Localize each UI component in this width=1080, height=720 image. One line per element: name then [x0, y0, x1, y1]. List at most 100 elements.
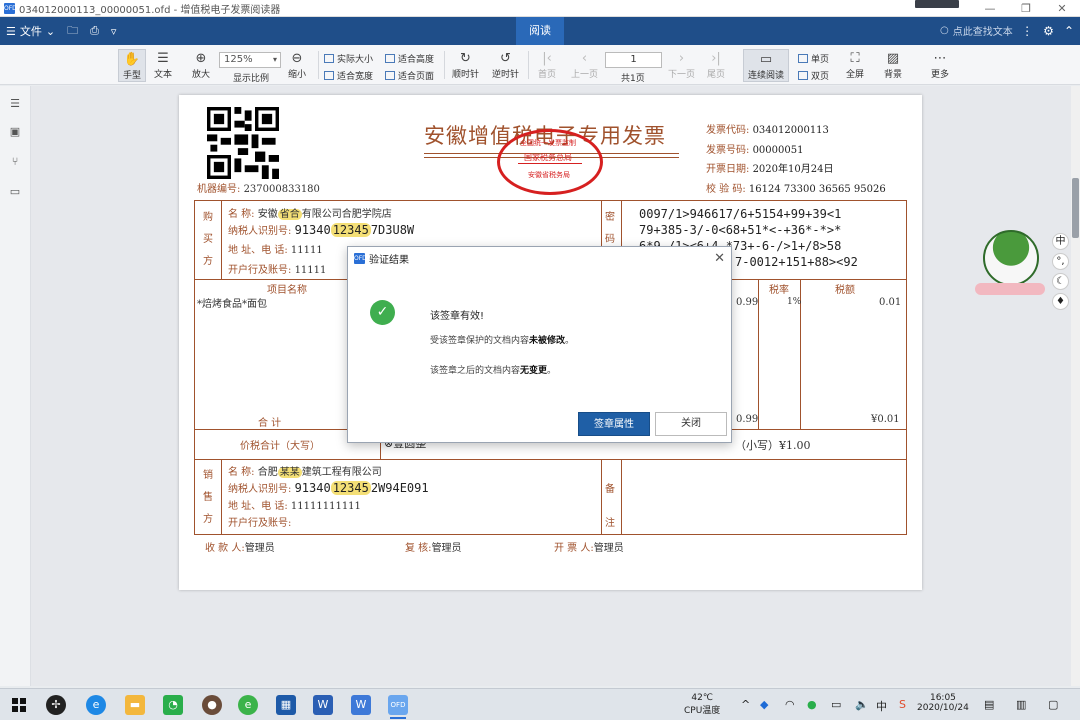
pinwheel-app-icon[interactable]: ✢	[46, 695, 66, 715]
zoom-in-button[interactable]: ⊕ 放大	[192, 49, 210, 81]
word-icon[interactable]: W	[313, 695, 333, 715]
buyer-name-rest: 有限公司合肥学院店	[301, 209, 392, 220]
total-label: 合 计	[258, 418, 282, 429]
first-page-button[interactable]: |‹ 首页	[538, 49, 556, 81]
ie-browser-icon[interactable]: e	[86, 695, 106, 715]
structure-icon[interactable]: ⑂	[9, 156, 21, 168]
zoom-select[interactable]: 125% ▾	[219, 52, 281, 68]
buyer-name-label: 名 称:	[228, 209, 255, 220]
file-menu[interactable]: ☰ 文件 ⌄	[0, 17, 61, 45]
collapse-icon[interactable]: ⌃	[1064, 24, 1074, 38]
thumbnail-preview[interactable]	[915, 0, 959, 8]
dialog-header: OFD 验证结果 ✕	[348, 247, 731, 269]
file-explorer-icon[interactable]: ▬	[125, 695, 145, 715]
search-box[interactable]: ○ 点此查找文本	[940, 23, 1013, 38]
more-button[interactable]: ⋯ 更多	[931, 49, 949, 81]
notification-icon[interactable]: ▢	[1048, 698, 1058, 711]
mascot-widget[interactable]	[975, 225, 1047, 305]
continuous-read-button[interactable]: ▭ 连续阅读	[743, 49, 790, 82]
minimize-button[interactable]: —	[972, 0, 1008, 17]
fit-height-button[interactable]: 适合高度	[385, 52, 434, 65]
thumbnail-icon[interactable]: ▣	[9, 126, 21, 138]
rotate-ccw-button[interactable]: ↺ 逆时针	[492, 49, 519, 81]
skin-icon[interactable]: ♦	[1052, 293, 1069, 310]
scrollbar-thumb[interactable]	[1072, 178, 1079, 238]
seal-bottom-text: 安徽省税务局	[528, 171, 570, 179]
open-folder-button[interactable]: 🗀	[61, 17, 84, 45]
volume-muted-icon[interactable]: 🔈	[855, 698, 869, 711]
buyer-bank-value: 11111	[294, 265, 327, 276]
show-desktop-icon[interactable]: ▥	[1016, 698, 1026, 711]
close-dialog-button[interactable]: 关闭	[655, 412, 727, 436]
wechat-icon[interactable]: ◔	[163, 695, 183, 715]
language-toggle-icon[interactable]: 中	[1052, 233, 1069, 250]
tray-app-icon[interactable]: ●	[807, 698, 817, 711]
fit-page-button[interactable]: 适合页面	[385, 69, 434, 82]
security-shield-icon[interactable]: ◆	[760, 698, 768, 711]
zoom-value: 125%	[224, 54, 253, 65]
page-total-label: 共1页	[621, 74, 645, 84]
date-value: 2020年10月24日	[752, 164, 834, 175]
hand-tool-button[interactable]: ✋ 手型	[118, 49, 147, 82]
msg-line2-bold: 无变更	[520, 366, 548, 376]
close-button[interactable]: ✕	[1044, 0, 1080, 17]
fit-height-label: 适合高度	[398, 55, 435, 65]
last-page-button[interactable]: ›| 尾页	[707, 49, 725, 81]
calculator-app-icon[interactable]: ▦	[276, 695, 296, 715]
ofd-reader-taskbar-icon[interactable]: OFD	[388, 695, 408, 719]
gear-icon[interactable]: ⚙	[1043, 24, 1054, 38]
dialog-title: 验证结果	[369, 254, 409, 266]
page-number-input[interactable]: 1	[605, 52, 662, 68]
notes-icon[interactable]: ▤	[984, 698, 994, 711]
more-vertical-icon[interactable]: ⋮	[1021, 24, 1033, 38]
msg-line1-bold: 未被修改	[529, 336, 566, 346]
outline-icon[interactable]: ☰	[9, 98, 21, 110]
double-page-button[interactable]: 双页	[798, 69, 829, 82]
print-button[interactable]: ⎙	[84, 17, 105, 45]
item-name: *焙烤食品*面包	[197, 299, 267, 310]
vertical-scrollbar[interactable]	[1071, 86, 1080, 686]
avatar-app-icon[interactable]: ●	[202, 695, 222, 715]
chevron-up-icon[interactable]: ^	[741, 698, 750, 711]
quick-menu-button[interactable]: ▿	[105, 17, 123, 45]
tab-read[interactable]: 阅读	[516, 17, 564, 45]
wps-icon[interactable]: W	[351, 695, 371, 715]
text-tool-button[interactable]: ☰ 文本	[154, 49, 172, 81]
prev-page-button[interactable]: ‹ 上一页	[571, 49, 598, 81]
annotation-icon[interactable]: ▭	[9, 186, 21, 198]
col-divider	[221, 459, 222, 535]
punctuation-icon[interactable]: °,	[1052, 253, 1069, 270]
taskbar: ✢ e ▬ ◔ ● e ▦ W W OFD 42℃ CPU温度 ^ ◆ ◠ ● ▭…	[0, 688, 1080, 720]
wifi-icon[interactable]: ◠	[785, 698, 795, 711]
background-button[interactable]: ▨ 背景	[884, 49, 902, 81]
ime-indicator[interactable]: 中	[876, 698, 887, 714]
clock[interactable]: 16:05 2020/10/24	[917, 693, 969, 713]
single-page-button[interactable]: 单页	[798, 52, 829, 65]
buyer-addr-value: 11111	[290, 245, 323, 256]
fit-width-button[interactable]: 适合宽度	[324, 69, 373, 82]
windows-start-icon[interactable]	[12, 698, 26, 712]
moon-icon[interactable]: ☾	[1052, 273, 1069, 290]
next-page-button[interactable]: › 下一页	[668, 49, 696, 81]
cipher-line: 7-0012+151+88><92	[735, 255, 858, 269]
first-page-icon: |‹	[542, 50, 552, 66]
zoom-ratio-label: 显示比例	[233, 74, 270, 84]
battery-icon[interactable]: ▭	[831, 698, 841, 711]
seller-name-row: 名 称: 合肥 某某 建筑工程有限公司	[228, 463, 382, 478]
close-icon[interactable]: ✕	[714, 251, 725, 266]
actual-size-button[interactable]: 实际大小	[324, 52, 373, 65]
sogou-ime-icon[interactable]: S	[899, 698, 906, 711]
zoom-out-button[interactable]: ⊖ 缩小	[288, 49, 306, 81]
next-page-label: 下一页	[668, 70, 696, 80]
hand-icon: ✋	[123, 51, 141, 67]
fullscreen-button[interactable]: ⛶ 全屏	[846, 49, 864, 81]
rotate-cw-button[interactable]: ↻ 顺时针	[452, 49, 479, 81]
double-page-icon	[798, 71, 808, 80]
seal-top-text: 全国统一发票监制	[520, 139, 576, 147]
buyer-name-masked: 省合	[277, 209, 302, 220]
row-divider	[195, 459, 906, 460]
maximize-button[interactable]: ❐	[1008, 0, 1044, 17]
edge-browser-icon[interactable]: e	[238, 695, 258, 715]
buyer-tax-row: 纳税人识别号: 91340 12345 7D3U8W	[228, 222, 414, 237]
seal-properties-button[interactable]: 签章属性	[578, 412, 650, 436]
